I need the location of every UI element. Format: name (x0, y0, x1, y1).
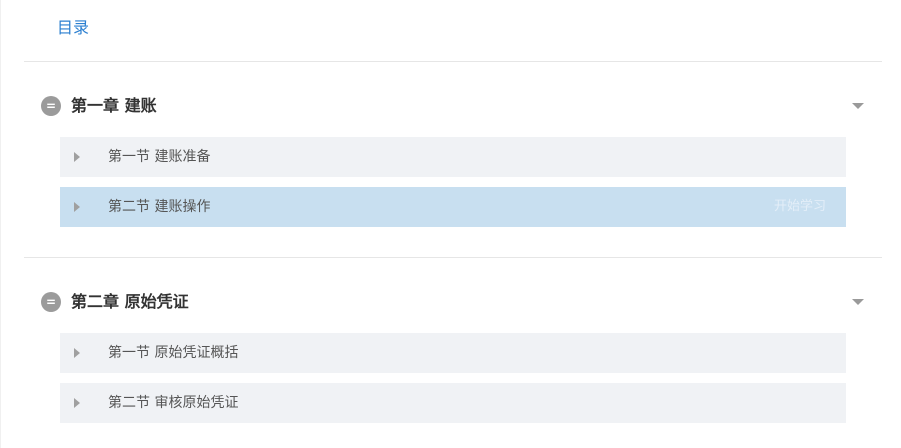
chapter-collapse-icon: = (41, 96, 61, 116)
caret-right-icon (74, 348, 80, 358)
catalog-title[interactable]: 目录 (57, 16, 89, 40)
chapter-1-header[interactable]: = 第一章 建账 (41, 95, 866, 117)
section-2-2-title: 第二节 审核原始凭证 (108, 395, 239, 411)
section-1-1-title: 第一节 建账准备 (108, 149, 211, 165)
chevron-down-icon[interactable] (852, 103, 864, 109)
chapter-2-title: 第二章 原始凭证 (71, 292, 189, 311)
chevron-down-icon[interactable] (852, 299, 864, 305)
section-1-2[interactable]: 第二节 建账操作 开始学习 (60, 187, 846, 227)
caret-right-icon (74, 202, 80, 212)
divider (24, 257, 882, 258)
course-catalog: 目录 = 第一章 建账 第一节 建账准备 第二节 建账操作 开始学习 = 第二章… (0, 0, 901, 448)
section-2-2[interactable]: 第二节 审核原始凭证 (60, 383, 846, 423)
chapter-collapse-icon: = (41, 292, 61, 312)
chapter-2-header[interactable]: = 第二章 原始凭证 (41, 291, 866, 313)
section-1-2-title: 第二节 建账操作 (108, 199, 211, 215)
divider (24, 61, 882, 62)
start-learning-button[interactable]: 开始学习 (774, 187, 826, 227)
section-1-1[interactable]: 第一节 建账准备 (60, 137, 846, 177)
section-2-1-title: 第一节 原始凭证概括 (108, 345, 239, 361)
caret-right-icon (74, 152, 80, 162)
caret-right-icon (74, 398, 80, 408)
chapter-1-title: 第一章 建账 (71, 96, 157, 115)
section-2-1[interactable]: 第一节 原始凭证概括 (60, 333, 846, 373)
